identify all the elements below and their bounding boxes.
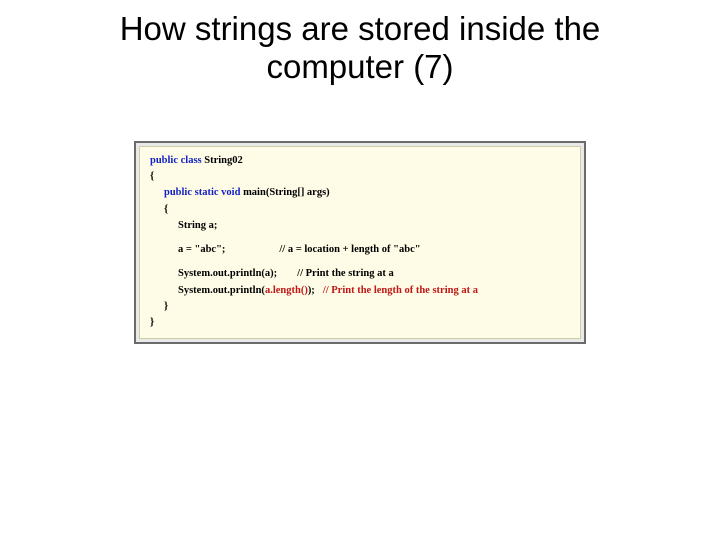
code-text: }	[164, 301, 168, 312]
code-line: {	[150, 169, 570, 185]
code-text: System.out.println(a);	[178, 268, 277, 279]
code-line: }	[150, 299, 570, 315]
blank-line	[150, 258, 570, 266]
code-text: String02	[202, 155, 243, 166]
code-line: }	[150, 315, 570, 331]
page-title: How strings are stored inside the comput…	[0, 0, 720, 86]
code-line: String a;	[150, 218, 570, 234]
code-text: System.out.println(	[178, 285, 265, 296]
code-comment-highlight: // Print the length of the string at a	[323, 283, 478, 299]
code-highlight: a.length()	[265, 285, 308, 296]
code-comment: // a = location + length of "abc"	[279, 242, 420, 258]
code-block: public class String02 { public static vo…	[134, 141, 586, 344]
code-text: main(String[] args)	[240, 187, 329, 198]
code-line: public class String02	[150, 153, 570, 169]
code-text: );	[308, 285, 315, 296]
code-text: a = "abc";	[178, 244, 225, 255]
blank-line	[150, 234, 570, 242]
code-text: String a;	[178, 220, 217, 231]
code-inner-frame: public class String02 { public static vo…	[139, 146, 581, 339]
code-line: System.out.println(a); // Print the strin…	[150, 266, 570, 282]
code-line: public static void main(String[] args)	[150, 185, 570, 201]
keyword: public class	[150, 155, 202, 166]
code-line: System.out.println(a.length()); // Print …	[150, 283, 570, 299]
code-line: {	[150, 202, 570, 218]
code-outer-frame: public class String02 { public static vo…	[134, 141, 586, 344]
code-text: {	[164, 204, 168, 215]
keyword: public static void	[164, 187, 240, 198]
slide: How strings are stored inside the comput…	[0, 0, 720, 540]
code-comment: // Print the string at a	[297, 266, 394, 282]
code-line: a = "abc"; // a = location + length of "a…	[150, 242, 570, 258]
